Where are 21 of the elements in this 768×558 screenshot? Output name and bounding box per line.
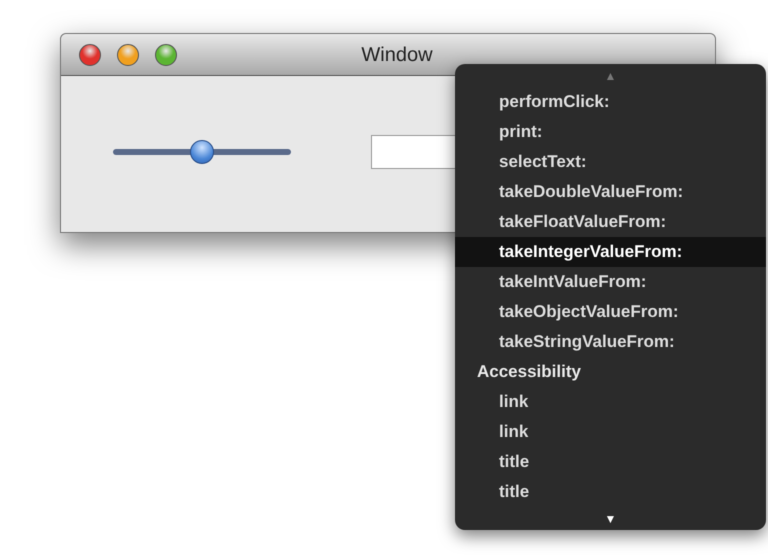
zoom-button[interactable] xyxy=(155,44,177,66)
menu-item[interactable]: link xyxy=(455,417,766,447)
scroll-down-arrow[interactable]: ▼ xyxy=(604,512,616,524)
menu-item[interactable]: link xyxy=(455,387,766,417)
menu-group-header: Accessibility xyxy=(477,361,581,384)
menu-item[interactable]: selectText: xyxy=(455,147,766,177)
window-title: Window xyxy=(361,42,433,68)
menu-item[interactable]: takeStringValueFrom: xyxy=(455,327,766,357)
menu-item[interactable]: takeIntegerValueFrom: xyxy=(455,237,766,267)
menu-item[interactable]: takeFloatValueFrom: xyxy=(455,207,766,237)
menu-item[interactable]: takeIntValueFrom: xyxy=(455,267,766,297)
menu-item[interactable]: performClick: xyxy=(455,87,766,117)
menu-item[interactable]: title xyxy=(455,447,766,477)
close-button[interactable] xyxy=(79,44,101,66)
menu-item[interactable]: title xyxy=(455,477,766,507)
menu-item[interactable]: takeObjectValueFrom: xyxy=(455,297,766,327)
slider-thumb[interactable] xyxy=(190,140,214,164)
minimize-button[interactable] xyxy=(117,44,139,66)
menu-item[interactable]: print: xyxy=(455,117,766,147)
menu-item[interactable]: takeDoubleValueFrom: xyxy=(455,177,766,207)
slider[interactable] xyxy=(113,140,291,164)
